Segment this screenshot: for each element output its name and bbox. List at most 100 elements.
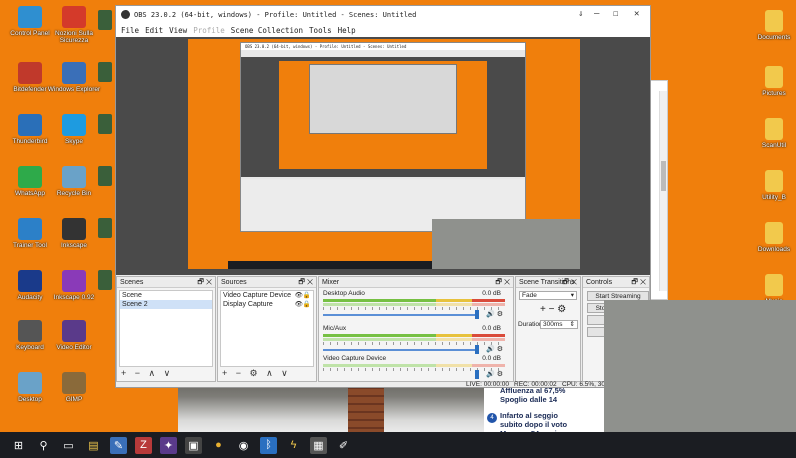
app7-icon[interactable]: ▣ (185, 436, 202, 454)
pin-icon[interactable]: ⇓ (578, 9, 583, 19)
transition-add-remove[interactable]: + − ⚙ (540, 304, 566, 315)
preview-canvas[interactable]: OBS 23.0.2 (64-bit, windows) - Profile: … (116, 37, 650, 275)
desktop-icon-label: Recycle Bin (56, 190, 92, 197)
volume-knob[interactable] (475, 345, 479, 354)
desktop-icon-label: Pictures (762, 90, 786, 97)
menu-help[interactable]: Help (338, 26, 356, 35)
filezilla-icon[interactable]: Z (135, 436, 152, 454)
dock-float-close-icon[interactable]: 🗗 ✕ (298, 277, 313, 288)
window-title: OBS 23.0.2 (64-bit, windows) - Profile: … (134, 10, 417, 19)
volume-knob[interactable] (475, 370, 479, 379)
source-label: Video Capture Device (223, 292, 291, 299)
nested-taskbar (228, 261, 432, 269)
desktop-icon[interactable]: Recycle Bin (46, 166, 102, 197)
dock-float-close-icon[interactable]: 🗗 ✕ (562, 277, 577, 288)
menu-file[interactable]: File (121, 26, 139, 35)
source-label: Display Capture (223, 301, 273, 308)
paint-icon[interactable]: ✎ (110, 436, 127, 454)
desktop-icon[interactable]: Windows Explorer (46, 62, 102, 93)
desktop-icon-label: GIMP (65, 396, 83, 403)
tool-icon[interactable]: ✐ (335, 437, 352, 454)
minimize-button[interactable]: — (594, 9, 599, 19)
menu-profile[interactable]: Profile (193, 26, 225, 35)
volume-slider[interactable] (323, 314, 475, 316)
explorer-icon[interactable]: ▤ (85, 437, 102, 454)
spin-icon[interactable]: ⇕ (570, 321, 575, 329)
desktop-icon[interactable]: ScanUtil (752, 118, 796, 149)
desktop-icon-label: Inkscape (60, 242, 88, 249)
folder-icon (765, 222, 783, 244)
lightning-icon[interactable]: ϟ (285, 437, 302, 454)
dock-float-close-icon[interactable]: 🗗 ✕ (197, 277, 212, 288)
source-item[interactable]: Video Capture Device 👁🔒 (221, 291, 313, 300)
desktop-icon[interactable]: Skype (46, 114, 102, 145)
obs-icon[interactable]: ◉ (235, 437, 252, 454)
close-button[interactable]: ✕ (634, 9, 639, 19)
volume-meter (323, 299, 505, 302)
volume-knob[interactable] (475, 310, 479, 319)
app-icon (62, 218, 86, 240)
start-icon[interactable]: ⊞ (10, 437, 27, 454)
mixer-dock: Mixer 🗗 ✕ Desktop Audio 0.0 dB 🔊 ⚙ Mic/Au… (318, 276, 514, 382)
volume-slider[interactable] (323, 349, 475, 351)
games-icon[interactable]: ✦ (160, 436, 177, 454)
desktop-icon[interactable]: Video Editor (46, 320, 102, 351)
menu-scene-collection[interactable]: Scene Collection (231, 26, 303, 35)
scroll-thumb[interactable] (661, 161, 666, 191)
scene-item-selected[interactable]: Scene 2 (120, 300, 212, 309)
scenes-toolbar[interactable]: + − ∧ ∨ (121, 368, 173, 379)
scrollbar[interactable] (659, 91, 667, 291)
app-icon (18, 218, 42, 240)
desktop-icon-partial[interactable] (98, 10, 112, 30)
desktop-icon-partial[interactable] (98, 62, 112, 82)
taskview-icon[interactable]: ▭ (60, 437, 77, 454)
chrome-icon[interactable]: ● (210, 437, 227, 454)
menu-edit[interactable]: Edit (145, 26, 163, 35)
calculator-icon[interactable]: ▦ (310, 436, 327, 454)
desktop-icon[interactable]: Documents (752, 10, 796, 41)
speaker-gear-icon[interactable]: 🔊 ⚙ (486, 370, 503, 378)
menu-view[interactable]: View (169, 26, 187, 35)
scene-item[interactable]: Scene (120, 291, 212, 300)
desktop-icon[interactable]: Utility_B (752, 170, 796, 201)
desktop-icon-label: Skype (64, 138, 84, 145)
chevron-down-icon: ▾ (570, 292, 574, 299)
menu-tools[interactable]: Tools (309, 26, 332, 35)
app-icon (18, 372, 42, 394)
folder-icon (765, 118, 783, 140)
volume-meter (323, 334, 505, 337)
sources-toolbar[interactable]: + − ⚙ ∧ ∨ (222, 368, 291, 379)
search-icon[interactable]: ⚲ (35, 437, 52, 454)
desktop-icon[interactable]: GIMP (46, 372, 102, 403)
desktop-icon[interactable]: Inkscape (46, 218, 102, 249)
track-name: Mic/Aux (323, 325, 347, 332)
speaker-gear-icon[interactable]: 🔊 ⚙ (486, 345, 503, 353)
duration-field[interactable]: 300ms ⇕ (540, 320, 578, 329)
eye-lock-icon[interactable]: 👁🔒 (295, 300, 311, 309)
transition-select[interactable]: Fade ▾ (519, 291, 577, 300)
eye-lock-icon[interactable]: 👁🔒 (295, 291, 311, 300)
dock-float-close-icon[interactable]: 🗗 ✕ (631, 277, 646, 288)
desktop-icon-label: Video Editor (56, 344, 92, 351)
dock-float-close-icon[interactable]: 🗗 ✕ (495, 277, 510, 288)
desktop-icon[interactable]: Inkscape 0.92 (46, 270, 102, 301)
desktop-icon-partial[interactable] (98, 270, 112, 290)
desktop-icon-partial[interactable] (98, 218, 112, 238)
duration-value: 300ms (543, 321, 563, 328)
desktop-icon-label: Downloads (757, 246, 791, 253)
transitions-header: Scene Transitions 🗗 ✕ (516, 277, 580, 288)
desktop-icon-partial[interactable] (98, 166, 112, 186)
app-icon (62, 6, 86, 28)
desktop-icon[interactable]: Pictures (752, 66, 796, 97)
desktop-icon[interactable]: Downloads (752, 222, 796, 253)
bluetooth-icon[interactable]: ᛒ (260, 436, 277, 454)
desktop-icon[interactable]: Nozioni Sulla Sicurezza (46, 6, 102, 44)
nested-desktop-capture: OBS 23.0.2 (64-bit, windows) - Profile: … (188, 39, 580, 269)
source-item[interactable]: Display Capture 👁🔒 (221, 300, 313, 309)
nested-title: OBS 23.0.2 (64-bit, windows) - Profile: … (241, 43, 525, 50)
transition-type: Fade (522, 292, 537, 299)
maximize-button[interactable]: ☐ (613, 9, 618, 19)
folder-icon (765, 170, 783, 192)
desktop-icon-partial[interactable] (98, 114, 112, 134)
speaker-gear-icon[interactable]: 🔊 ⚙ (486, 310, 503, 318)
